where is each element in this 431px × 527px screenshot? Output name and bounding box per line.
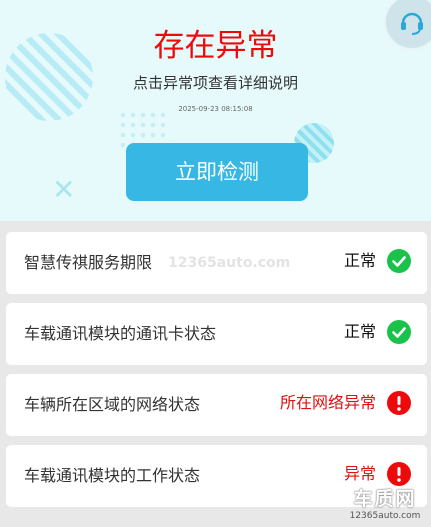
exclamation-circle-icon: [387, 462, 411, 486]
exclamation-circle-icon: [387, 391, 411, 415]
status-subtitle: 点击异常项查看详细说明: [132, 74, 298, 92]
check-item-label: 车载通讯模块的工作状态: [24, 466, 201, 485]
check-item-label: 车载通讯模块的通讯卡状态: [24, 324, 217, 343]
check-timestamp: 2025-09-23 08:15:08: [178, 105, 253, 113]
site-logo: 车质网 12365auto.com: [340, 487, 430, 527]
check-item-status: 所在网络异常: [279, 393, 376, 412]
check-item-status: 正常: [343, 251, 376, 270]
decorative-cross: ✕: [52, 173, 76, 206]
check-item-status: 异常: [343, 464, 376, 483]
logo-title: 车质网: [353, 488, 417, 510]
check-circle-icon: [387, 320, 411, 344]
logo-url: 12365auto.com: [349, 511, 421, 521]
check-item-label: 智慧传祺服务期限: [24, 253, 153, 272]
status-title: 存在异常: [153, 28, 278, 64]
header-panel: ✕ 存在异常 点击异常项查看详细说明 2025-09-23 08:15:08 立…: [0, 0, 431, 221]
detect-now-button[interactable]: 立即检测: [126, 143, 308, 201]
watermark-text: 12365auto.com: [168, 255, 291, 271]
check-circle-icon: [387, 249, 411, 273]
check-item-sim-card[interactable]: 车载通讯模块的通讯卡状态 正常: [6, 303, 427, 365]
check-item-label: 车辆所在区域的网络状态: [24, 395, 201, 414]
check-item-network[interactable]: 车辆所在区域的网络状态 所在网络异常: [6, 374, 427, 436]
check-result-list: 智慧传祺服务期限 正常 车载通讯模块的通讯卡状态 正常 车辆所在区域的网络状态 …: [6, 232, 427, 516]
check-item-status: 正常: [343, 322, 376, 341]
